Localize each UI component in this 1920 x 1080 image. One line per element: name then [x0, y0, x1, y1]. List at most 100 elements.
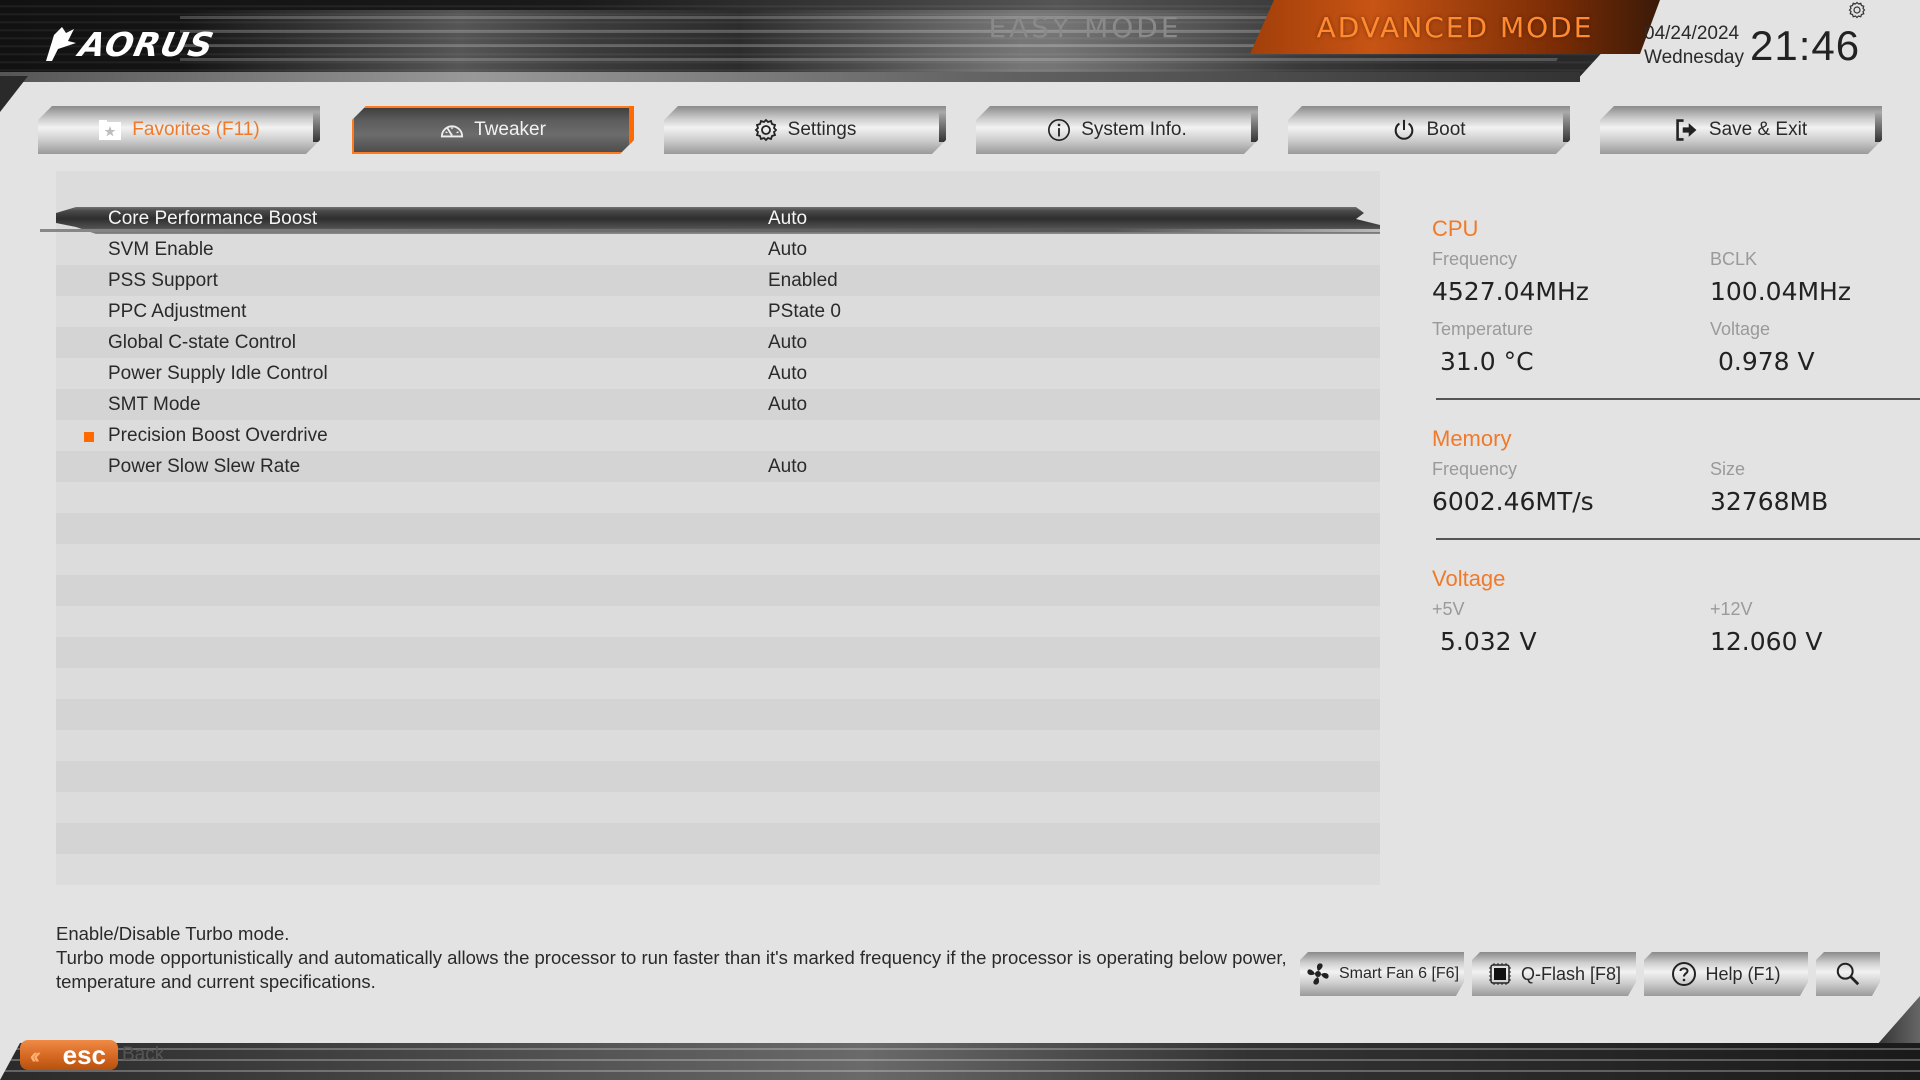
setting-label: PSS Support — [108, 269, 218, 291]
empty-row — [56, 544, 1380, 575]
aorus-logo: AORUS — [44, 24, 218, 64]
info-circle-icon — [1047, 118, 1071, 142]
memory-size-value: 32768MB — [1710, 487, 1829, 516]
advanced-mode-button[interactable]: ADVANCED MODE — [1250, 0, 1660, 54]
empty-row — [56, 606, 1380, 637]
settings-row[interactable]: Precision Boost Overdrive — [56, 420, 1380, 451]
date-time: 04/24/2024 Wednesday 21:46 — [1644, 22, 1860, 70]
speedometer-icon — [440, 118, 464, 142]
setting-value[interactable]: Auto — [768, 363, 807, 385]
gear-icon[interactable] — [1848, 1, 1866, 19]
tab-system-info[interactable]: System Info. — [976, 106, 1258, 154]
esc-button[interactable]: ‹‹ esc — [20, 1040, 118, 1070]
memory-section: Memory Frequency Size 6002.46MT/s 32768M… — [1432, 426, 1920, 540]
setting-value[interactable]: Auto — [768, 208, 807, 230]
divider — [1436, 398, 1920, 400]
gear-icon — [754, 118, 778, 142]
help-button[interactable]: Help (F1) — [1644, 952, 1808, 996]
memory-frequency-value: 6002.46MT/s — [1432, 487, 1594, 516]
clock: 21:46 — [1750, 22, 1861, 69]
memory-size-label: Size — [1710, 459, 1746, 479]
easy-mode-button[interactable]: EASY MODE — [880, 0, 1290, 54]
setting-value[interactable]: Auto — [768, 239, 807, 261]
v12-value: 12.060 V — [1710, 627, 1823, 656]
selection-underline — [40, 229, 1380, 232]
tab-favorites[interactable]: Favorites (F11) — [38, 106, 320, 154]
v12-label: +12V — [1710, 599, 1753, 619]
settings-row[interactable]: Power Slow Slew Rate Auto — [56, 451, 1380, 482]
advanced-mode-label: ADVANCED MODE — [1316, 10, 1594, 44]
setting-value[interactable]: PState 0 — [768, 301, 841, 323]
cpu-bclk-label: BCLK — [1710, 249, 1758, 269]
setting-label: Power Slow Slew Rate — [108, 455, 301, 477]
cpu-temperature-label: Temperature — [1432, 319, 1534, 339]
empty-row — [56, 761, 1380, 792]
settings-row[interactable]: Global C-state Control Auto — [56, 327, 1380, 358]
cpu-temperature-value: 31.0 °C — [1440, 347, 1534, 376]
help-line-1: Enable/Disable Turbo mode. — [56, 923, 290, 944]
aorus-eagle-icon — [46, 27, 76, 61]
cpu-voltage-value: 0.978 V — [1718, 347, 1815, 376]
search-button[interactable] — [1816, 952, 1880, 996]
setting-value[interactable]: Auto — [768, 332, 807, 354]
empty-row — [56, 482, 1380, 513]
settings-row[interactable]: SVM Enable Auto — [56, 234, 1380, 265]
empty-row — [56, 823, 1380, 854]
empty-row — [56, 854, 1380, 885]
footer-bar — [0, 1043, 1920, 1080]
settings-row[interactable]: Power Supply Idle Control Auto — [56, 358, 1380, 389]
tab-label: Favorites (F11) — [132, 119, 260, 140]
setting-value[interactable]: Auto — [768, 456, 807, 478]
tab-settings[interactable]: Settings — [664, 106, 946, 154]
setting-label: SMT Mode — [108, 393, 201, 415]
setting-value[interactable]: Auto — [768, 394, 807, 416]
cpu-frequency-value: 4527.04MHz — [1432, 277, 1589, 306]
settings-row[interactable]: SMT Mode Auto — [56, 389, 1380, 420]
header-divider — [0, 72, 1580, 82]
qflash-label: Q-Flash [F8] — [1520, 963, 1622, 984]
tab-label: Boot — [1426, 119, 1466, 140]
setting-label: Core Performance Boost — [108, 207, 318, 229]
settings-row[interactable]: PPC Adjustment PState 0 — [56, 296, 1380, 327]
memory-frequency-label: Frequency — [1432, 459, 1518, 479]
search-icon — [1835, 961, 1861, 987]
tab-label: System Info. — [1081, 119, 1187, 140]
tab-label: Tweaker — [474, 119, 546, 140]
submenu-marker-icon — [84, 432, 94, 442]
settings-row[interactable]: PSS Support Enabled — [56, 265, 1380, 296]
power-icon — [1392, 118, 1416, 142]
setting-label: Power Supply Idle Control — [108, 362, 328, 384]
esc-label: esc — [62, 1039, 106, 1070]
tab-label: Save & Exit — [1708, 119, 1808, 140]
brand-name: AORUS — [75, 24, 218, 64]
main-tabs: Favorites (F11) Tweaker Settings System … — [0, 106, 1920, 156]
setting-label: Precision Boost Overdrive — [108, 424, 328, 446]
settings-list: Core Performance Boost Auto SVM Enable Auto… — [56, 171, 1380, 885]
star-folder-icon — [98, 118, 122, 142]
cpu-bclk-value: 100.04MHz — [1710, 277, 1851, 306]
tab-tweaker[interactable]: Tweaker — [352, 106, 634, 154]
setting-label: Global C-state Control — [108, 331, 296, 353]
divider — [1436, 538, 1920, 540]
empty-row — [56, 637, 1380, 668]
v5-label: +5V — [1432, 599, 1465, 619]
hardware-monitor-panel: CPU Frequency BCLK 4527.04MHz 100.04MHz … — [1432, 216, 1920, 666]
voltage-section: Voltage +5V +12V 5.032 V 12.060 V — [1432, 566, 1920, 666]
exit-icon — [1675, 118, 1699, 142]
smart-fan-button[interactable]: Smart Fan 6 [F6] — [1300, 952, 1464, 996]
cpu-section: CPU Frequency BCLK 4527.04MHz 100.04MHz … — [1432, 216, 1920, 400]
empty-row — [56, 730, 1380, 761]
help-description: Enable/Disable Turbo mode. Turbo mode op… — [56, 922, 1296, 994]
qflash-button[interactable]: Q-Flash [F8] — [1472, 952, 1636, 996]
setting-label: PPC Adjustment — [108, 300, 247, 322]
easy-mode-label: EASY MODE — [988, 10, 1182, 44]
double-chevron-left-icon: ‹‹ — [30, 1043, 40, 1068]
tab-boot[interactable]: Boot — [1288, 106, 1570, 154]
tab-save-exit[interactable]: Save & Exit — [1600, 106, 1882, 154]
weekday: Wednesday — [1644, 47, 1744, 68]
v5-value: 5.032 V — [1440, 627, 1537, 656]
chip-icon — [1487, 961, 1513, 987]
help-line-2: Turbo mode opportunistically and automat… — [56, 947, 1287, 992]
setting-label: SVM Enable — [108, 238, 214, 260]
setting-value[interactable]: Enabled — [768, 270, 838, 292]
